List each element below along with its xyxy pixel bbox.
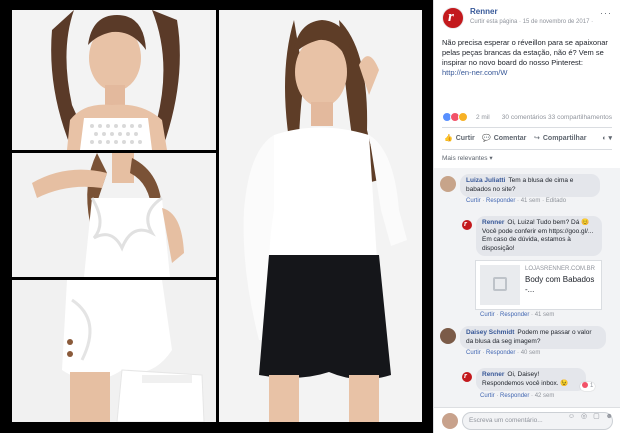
photo-white-shorts[interactable] xyxy=(12,280,216,422)
comment-button[interactable]: 💬 Comentar xyxy=(482,134,526,142)
photo-halter-top[interactable] xyxy=(12,10,216,150)
comment-author[interactable]: Renner xyxy=(482,371,504,378)
comment-like-link[interactable]: Curtir xyxy=(466,198,481,204)
model-camisole-illustration xyxy=(12,153,216,277)
speech-bubble-icon: 💬 xyxy=(482,135,491,142)
preview-title: Body com Babados -... xyxy=(525,275,595,294)
comment-composer: Escreva um comentário... ☺ ◎ ▢ ☻ xyxy=(434,407,620,433)
comment-bubble: Luiza Juliatti Tem a blusa de cima e baba… xyxy=(460,174,600,197)
post-header: r Renner Curtir esta página · 15 de nove… xyxy=(434,0,620,34)
share-arrow-icon: ↪ xyxy=(534,135,540,142)
comment-time[interactable]: 42 sem xyxy=(535,393,555,399)
avatar[interactable] xyxy=(440,176,456,192)
avatar xyxy=(442,413,458,429)
avatar[interactable]: r xyxy=(462,219,472,230)
comment-reply-link[interactable]: Responder xyxy=(486,350,515,356)
comment-label: Comentar xyxy=(493,135,527,142)
post-as-selector[interactable]: ◐ ▾ xyxy=(602,134,612,142)
share-button[interactable]: ↪ Compartilhar xyxy=(534,134,586,142)
comment-item: Luiza Juliatti Tem a blusa de cima e baba… xyxy=(434,168,620,208)
composer-attachment-icons[interactable]: ☺ ◎ ▢ ☻ xyxy=(568,412,615,420)
model-full-illustration xyxy=(219,10,422,422)
link-preview-card[interactable]: LOJASRENNER.COM.BR Body com Babados -... xyxy=(475,260,602,310)
comment-reaction-badge[interactable]: 1 xyxy=(580,382,596,391)
sort-comments-dropdown[interactable]: Mais relevantes ▾ xyxy=(434,150,620,166)
comment-bubble: Renner Oi, Daisey! Respondemos você inbox… xyxy=(476,368,586,391)
renner-logo-icon: r xyxy=(464,219,468,228)
reply-item: r Renner Oi, Daisey! Respondemos você inb… xyxy=(434,366,620,406)
wow-reaction-icon xyxy=(458,112,468,122)
like-label: Curtir xyxy=(455,135,475,142)
comment-meta: Curtir · Responder · 40 sem xyxy=(466,350,541,356)
comment-bubble: Renner Oi, Luiza! Tudo bem? Dá 😊 Você pod… xyxy=(476,216,602,256)
renner-logo-icon: r xyxy=(464,371,468,380)
like-button[interactable]: 👍 Curtir xyxy=(444,134,475,142)
post-side-panel: r Renner Curtir esta página · 15 de nove… xyxy=(433,0,620,433)
comment-author[interactable]: Renner xyxy=(482,219,504,226)
caption-link[interactable]: http://en-ner.com/W xyxy=(442,68,507,77)
reactions-summary[interactable]: 2 mil 30 comentários 33 compartilhamento… xyxy=(442,108,612,128)
image-placeholder-icon xyxy=(480,265,520,305)
comment-reply-link[interactable]: Responder xyxy=(500,393,529,399)
comment-time[interactable]: 41 sem xyxy=(521,198,541,204)
comment-share-stats[interactable]: 30 comentários 33 compartilhamentos xyxy=(502,114,612,121)
page-avatar[interactable]: r xyxy=(442,7,464,29)
reaction-icons xyxy=(442,112,468,122)
preview-domain: LOJASRENNER.COM.BR xyxy=(525,266,596,272)
photo-collage[interactable] xyxy=(0,0,432,433)
comment-time[interactable]: 40 sem xyxy=(521,350,541,356)
reaction-count[interactable]: 2 mil xyxy=(476,114,490,121)
comment-reply-link[interactable]: Responder xyxy=(500,312,529,318)
comment-edited: Editado xyxy=(545,198,567,204)
shorts-illustration xyxy=(12,280,216,422)
comment-meta: Curtir · Responder · 42 sem xyxy=(480,393,555,399)
renner-logo-icon: r xyxy=(448,9,454,25)
model-halter-illustration xyxy=(12,10,216,150)
post-subtitle: Curtir esta página · 15 de novembro de 2… xyxy=(470,19,594,25)
photo-ruffle-camisole[interactable] xyxy=(12,153,216,277)
thumbs-up-icon: 👍 xyxy=(444,135,453,142)
comment-like-link[interactable]: Curtir xyxy=(480,393,495,399)
avatar[interactable]: r xyxy=(462,371,472,382)
comment-reply-link[interactable]: Responder xyxy=(486,198,515,204)
reaction-badge-count: 1 xyxy=(590,383,594,389)
comment-author[interactable]: Luiza Juliatti xyxy=(466,177,505,184)
page-name-link[interactable]: Renner xyxy=(470,7,498,16)
comment-like-link[interactable]: Curtir xyxy=(466,350,481,356)
photo-main-model[interactable] xyxy=(219,10,422,422)
comment-author[interactable]: Daisey Schmidt xyxy=(466,329,514,336)
comment-bubble: Daisey Schmidt Podem me passar o valor da… xyxy=(460,326,606,349)
comments-section: Luiza Juliatti Tem a blusa de cima e baba… xyxy=(434,168,620,407)
comment-like-link[interactable]: Curtir xyxy=(480,312,495,318)
more-options-icon[interactable]: ··· xyxy=(600,8,612,18)
caption-text: Não precisa esperar o réveillon para se … xyxy=(442,38,608,67)
comment-meta: Curtir · Responder · 41 sem · Editado xyxy=(466,198,567,204)
comment-item: Daisey Schmidt Podem me passar o valor da… xyxy=(434,324,620,364)
share-label: Compartilhar xyxy=(542,135,587,142)
post-actions: 👍 Curtir 💬 Comentar ↪ Compartilhar ◐ ▾ xyxy=(442,128,612,150)
post-caption: Não precisa esperar o réveillon para se … xyxy=(434,34,620,108)
comment-meta: Curtir · Responder · 41 sem xyxy=(480,312,555,318)
comment-time[interactable]: 41 sem xyxy=(535,312,555,318)
avatar[interactable] xyxy=(440,328,456,344)
love-reaction-icon xyxy=(582,382,588,388)
